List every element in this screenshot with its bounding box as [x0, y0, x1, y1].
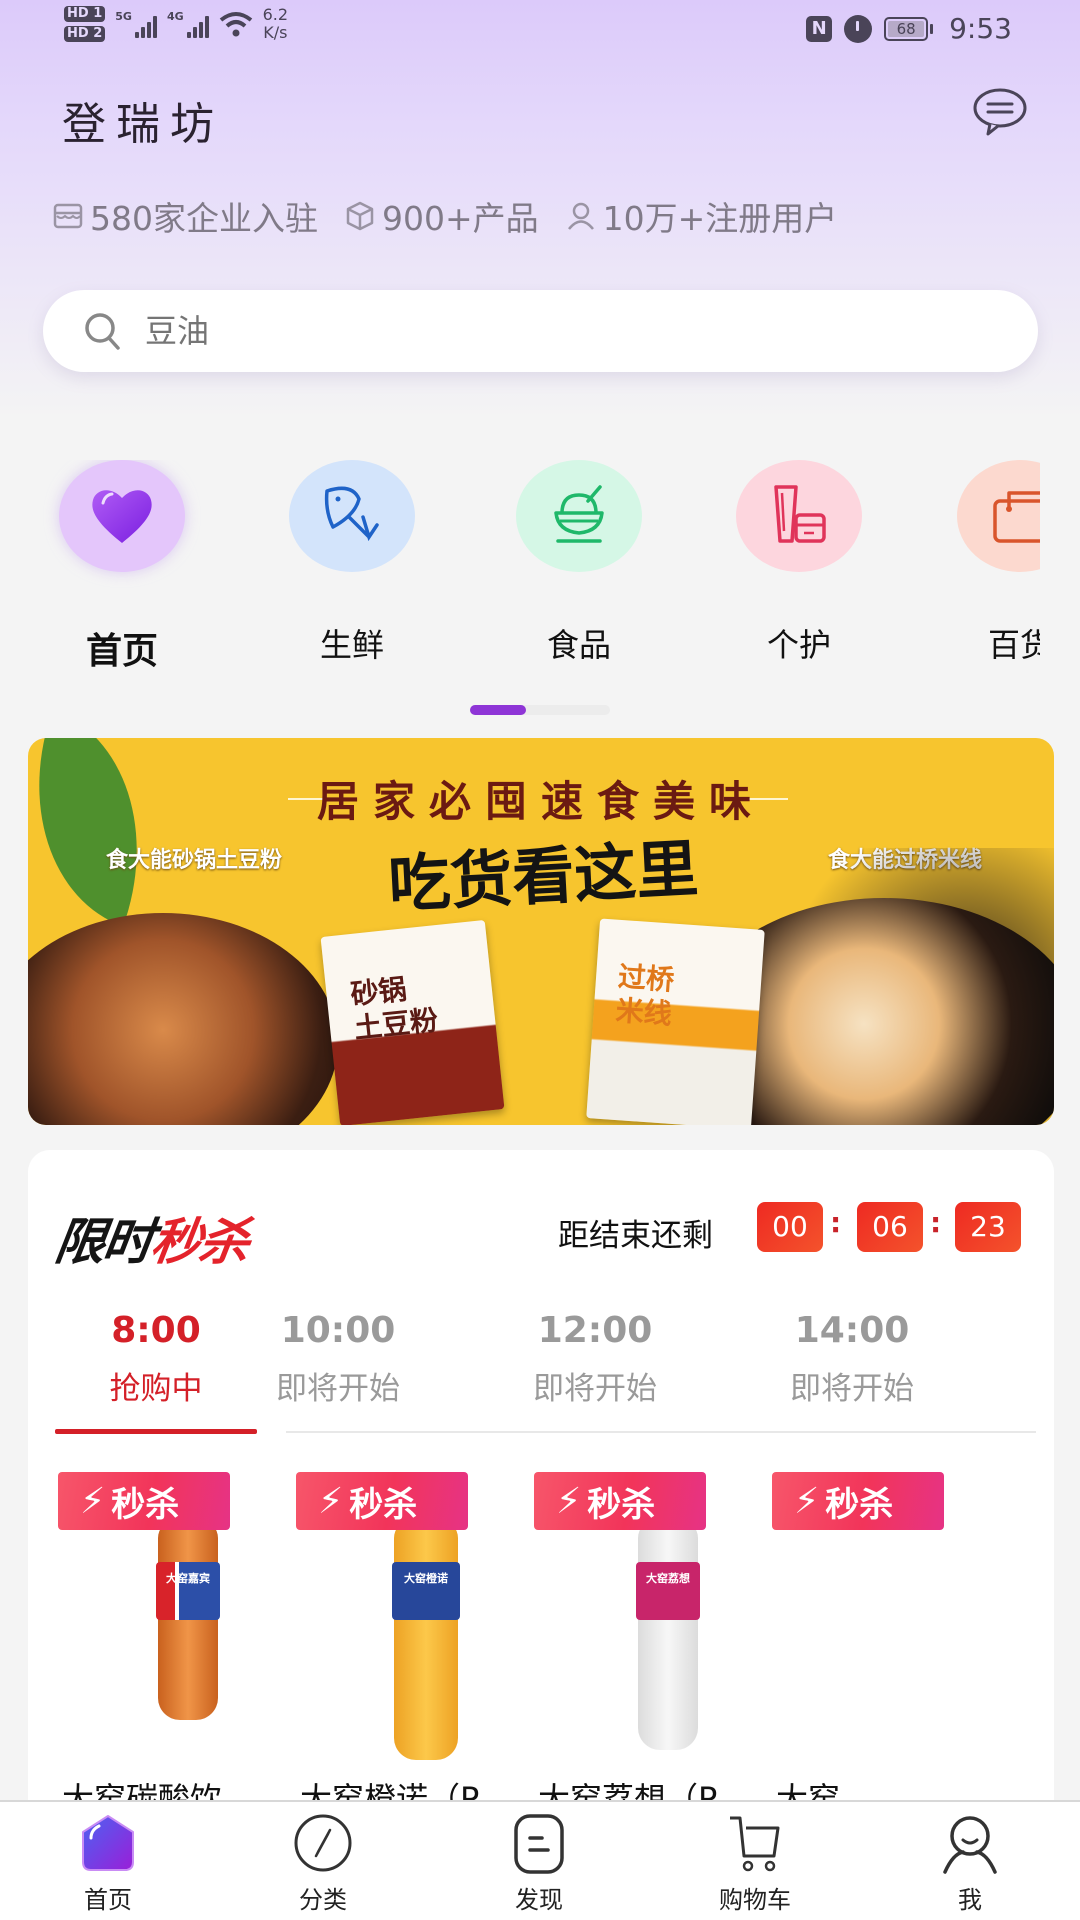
banner-slogan: 吃货看这里	[386, 831, 701, 922]
flash-sale-card: 限时秒杀 距结束还剩 00 : 06 : 23 8:00 抢购中 10:00 即…	[28, 1150, 1054, 1830]
flash-sale-badge: ⚡ 秒杀	[772, 1472, 944, 1530]
noodle-bowl-image	[28, 913, 338, 1125]
stat-products: 900+产品	[344, 192, 539, 240]
rice-noodle-package: 过桥 米线	[586, 918, 765, 1125]
box-icon	[346, 201, 374, 231]
countdown-seconds: 23	[955, 1202, 1021, 1252]
tab-slot-1000[interactable]: 10:00 即将开始	[228, 1310, 448, 1408]
category-icon-circle	[289, 460, 415, 572]
promo-banner[interactable]: 居家必囤速食美味 食大能砂锅土豆粉 食大能过桥米线 吃货看这里 砂锅 土豆粉 过…	[28, 738, 1054, 1125]
countdown-label: 距结束还剩	[558, 1218, 713, 1254]
category-home[interactable]: 首页	[42, 460, 202, 670]
nav-discover[interactable]: 发现	[479, 1812, 599, 1915]
category-page-indicator	[470, 705, 610, 715]
tab-slot-1200[interactable]: 12:00 即将开始	[485, 1310, 705, 1408]
search-input[interactable]	[145, 312, 945, 350]
leaf-decoration	[28, 738, 185, 927]
category-fresh[interactable]: 生鲜	[272, 460, 432, 666]
category-general[interactable]: 百货	[940, 460, 1040, 666]
flash-sale-products: ⚡ 秒杀 大窑嘉宾 大窑碳酸饮... ⚡ 秒杀 大窑橙诺 大窑橙诺（P... ⚡ 秒杀…	[28, 1470, 1034, 1830]
discover-icon	[514, 1814, 564, 1874]
countdown-hours: 00	[757, 1202, 823, 1252]
nav-profile[interactable]: 我	[910, 1812, 1030, 1915]
flash-sale-badge: ⚡ 秒杀	[534, 1472, 706, 1530]
product-image: 大窑荔想	[636, 1508, 700, 1750]
nav-category[interactable]: 分类	[263, 1812, 383, 1915]
cosmetics-icon	[774, 485, 826, 543]
chat-bubble-icon	[973, 88, 1027, 136]
home-icon	[82, 1815, 134, 1871]
product-image: 大窑嘉宾	[156, 1508, 220, 1720]
messages-button[interactable]	[972, 86, 1028, 136]
flash-sale-badge: ⚡ 秒杀	[296, 1472, 468, 1530]
product-image: 大窑橙诺	[392, 1508, 460, 1760]
status-bar: HD 1 HD 2 5G 4G 6.2 K/s N 68 9:53	[0, 0, 1080, 60]
wifi-icon	[219, 12, 252, 37]
hd2-indicator: HD 2	[64, 26, 106, 42]
store-icon	[53, 203, 83, 229]
compass-icon	[294, 1814, 352, 1872]
stat-enterprises: 580家企业入驻	[52, 192, 318, 240]
lightning-icon: ⚡	[556, 1480, 582, 1522]
flash-sale-logo: 限时秒杀	[51, 1213, 252, 1271]
lightning-icon: ⚡	[80, 1480, 106, 1522]
clock: 9:53	[949, 12, 1012, 45]
category-icon-circle	[736, 460, 862, 572]
bag-icon	[993, 491, 1040, 543]
user-icon	[567, 202, 594, 230]
category-personal-care[interactable]: 个护	[719, 460, 879, 666]
flash-sale-badge: ⚡ 秒杀	[58, 1472, 230, 1530]
category-icon-circle	[516, 460, 642, 572]
tab-slot-1400[interactable]: 14:00 即将开始	[742, 1310, 962, 1408]
bottom-navigation: 首页 分类 发现 购物车 我	[0, 1800, 1080, 1920]
app-title: 登瑞坊	[62, 99, 224, 150]
category-food[interactable]: 食品	[499, 460, 659, 666]
lightning-icon: ⚡	[318, 1480, 344, 1522]
time-slot-tabs: 8:00 抢购中 10:00 即将开始 12:00 即将开始 14:00 即将开…	[28, 1310, 1054, 1440]
category-icon-circle	[59, 460, 185, 572]
tabs-divider	[286, 1431, 1036, 1433]
banner-left-product: 食大能砂锅土豆粉	[106, 848, 283, 873]
page-indicator-active	[470, 705, 526, 715]
banner-title: 居家必囤速食美味	[316, 777, 765, 826]
category-carousel[interactable]: 首页 生鲜 食品 个护 百货	[0, 460, 1040, 670]
battery-level: 68	[888, 20, 925, 37]
potato-noodle-package: 砂锅 土豆粉	[320, 919, 505, 1125]
bowl-icon	[554, 485, 604, 543]
nfc-icon: N	[806, 15, 833, 42]
stat-users: 10万+注册用户	[565, 192, 837, 240]
alarm-icon	[844, 14, 873, 43]
battery-icon: 68	[884, 16, 934, 41]
cart-icon	[730, 1816, 780, 1872]
profile-icon	[943, 1816, 997, 1874]
heart-icon	[92, 490, 152, 543]
category-icon-circle	[957, 460, 1040, 572]
hd1-indicator: HD 1	[64, 6, 106, 22]
platform-stats: 580家企业入驻 900+产品 10万+注册用户	[52, 192, 837, 240]
nav-home[interactable]: 首页	[48, 1812, 168, 1915]
lightning-icon: ⚡	[794, 1480, 820, 1522]
countdown-minutes: 06	[857, 1202, 923, 1252]
active-tab-underline	[55, 1429, 257, 1434]
network-speed: 6.2 K/s	[262, 5, 289, 42]
search-icon	[85, 313, 120, 350]
nav-cart[interactable]: 购物车	[695, 1812, 815, 1915]
fish-icon	[324, 486, 379, 542]
signal-5g-icon: 5G	[115, 10, 157, 38]
signal-4g-icon: 4G	[167, 10, 209, 38]
search-bar[interactable]	[43, 290, 1038, 372]
